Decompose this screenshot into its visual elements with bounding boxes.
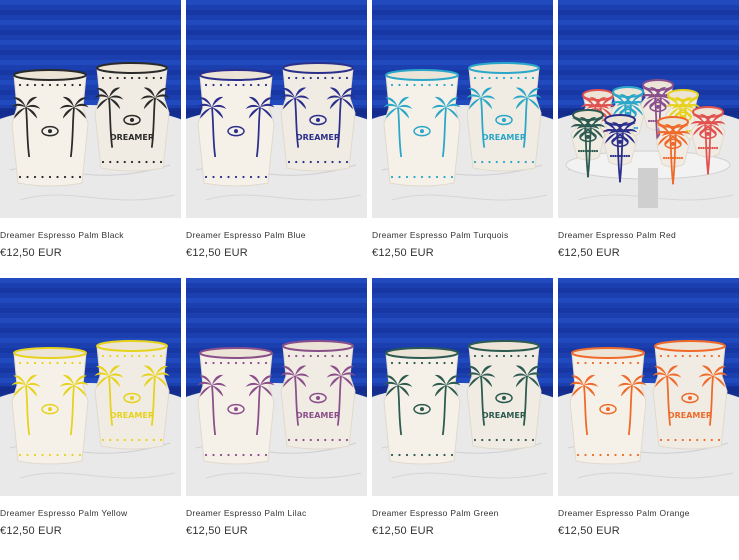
espresso-cup (11, 69, 89, 187)
product-title[interactable]: Dreamer Espresso Palm Lilac (186, 507, 367, 519)
svg-text:DREAMER: DREAMER (482, 411, 526, 420)
espresso-cup: DREAMER (280, 62, 356, 172)
product-card[interactable]: DREAMER Dreamer Espresso Palm Blue €12,5… (186, 0, 367, 260)
product-image[interactable]: DREAMER (558, 278, 739, 496)
product-title[interactable]: Dreamer Espresso Palm Yellow (0, 507, 181, 519)
product-image[interactable]: DREAMER (0, 0, 181, 218)
product-price: €12,50 EUR (372, 247, 434, 259)
product-card[interactable]: DREAMER Dreamer Espresso Palm Green €12,… (372, 278, 553, 538)
svg-text:DREAMER: DREAMER (110, 133, 154, 142)
product-image[interactable]: DREAMER (0, 278, 181, 496)
espresso-cup (197, 347, 275, 465)
espresso-cup: DREAMER (94, 62, 170, 172)
espresso-cup (383, 347, 461, 465)
espresso-cup (569, 347, 647, 465)
product-image[interactable]: DREAMER (186, 0, 367, 218)
espresso-cup (383, 69, 461, 187)
product-card[interactable]: DREAMER Dreamer Espresso Palm Black €12,… (0, 0, 181, 260)
espresso-cup (11, 347, 89, 465)
svg-text:DREAMER: DREAMER (668, 411, 712, 420)
product-image[interactable]: DREAMER (372, 278, 553, 496)
product-price: €12,50 EUR (372, 525, 434, 537)
svg-text:DREAMER: DREAMER (110, 411, 154, 420)
product-image[interactable]: DREAMER (186, 278, 367, 496)
product-price: €12,50 EUR (186, 525, 248, 537)
product-card[interactable]: DREAMER Dreamer Espresso Palm Turquois €… (372, 0, 553, 260)
product-card[interactable]: DREAMER Dreamer Espresso Palm Orange €12… (558, 278, 739, 538)
product-image[interactable] (558, 0, 739, 218)
product-price: €12,50 EUR (0, 247, 62, 259)
product-card[interactable]: DREAMER Dreamer Espresso Palm Yellow €12… (0, 278, 181, 538)
product-price: €12,50 EUR (0, 525, 62, 537)
espresso-cup: DREAMER (652, 340, 728, 450)
product-title[interactable]: Dreamer Espresso Palm Red (558, 229, 739, 241)
product-title[interactable]: Dreamer Espresso Palm Blue (186, 229, 367, 241)
product-title[interactable]: Dreamer Espresso Palm Green (372, 507, 553, 519)
product-price: €12,50 EUR (186, 247, 248, 259)
espresso-cup: DREAMER (466, 62, 542, 172)
product-price: €12,50 EUR (558, 247, 620, 259)
product-card[interactable]: DREAMER Dreamer Espresso Palm Lilac €12,… (186, 278, 367, 538)
svg-text:DREAMER: DREAMER (482, 133, 526, 142)
espresso-cup: DREAMER (280, 340, 356, 450)
svg-text:DREAMER: DREAMER (296, 133, 340, 142)
svg-text:DREAMER: DREAMER (296, 411, 340, 420)
espresso-cup: DREAMER (466, 340, 542, 450)
product-grid: DREAMER Dreamer Espresso Palm Black €12,… (0, 0, 739, 560)
product-card[interactable]: Dreamer Espresso Palm Red €12,50 EUR (558, 0, 739, 260)
product-title[interactable]: Dreamer Espresso Palm Black (0, 229, 181, 241)
espresso-cup (197, 69, 275, 187)
product-title[interactable]: Dreamer Espresso Palm Orange (558, 507, 739, 519)
product-image[interactable]: DREAMER (372, 0, 553, 218)
product-title[interactable]: Dreamer Espresso Palm Turquois (372, 229, 553, 241)
product-price: €12,50 EUR (558, 525, 620, 537)
espresso-cup: DREAMER (94, 340, 170, 450)
